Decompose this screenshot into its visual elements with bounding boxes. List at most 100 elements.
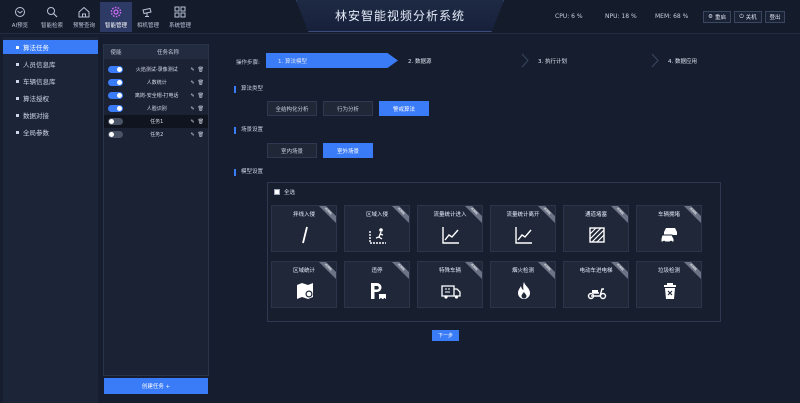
- unlicensed-ribbon: 未授权: [318, 206, 336, 224]
- algo-option-behavior[interactable]: 行为分析: [323, 101, 373, 116]
- step-schedule[interactable]: 3. 执行计划: [526, 53, 658, 68]
- sidebar-item-algo-license[interactable]: 算法授权: [3, 91, 98, 105]
- line-icon: [302, 226, 308, 244]
- col-task-name: 任务名称: [156, 50, 179, 56]
- shutdown-button[interactable]: ⏻ 关机: [734, 11, 762, 23]
- map-count-icon: [297, 283, 313, 299]
- edit-icon[interactable]: ✎: [190, 67, 194, 73]
- unlicensed-ribbon: 未授权: [683, 262, 701, 280]
- shutdown-label: 关机: [745, 15, 757, 21]
- brain-icon: [15, 6, 25, 17]
- step-data-source[interactable]: 2. 数据源: [396, 53, 528, 68]
- model-card-traffic-jam[interactable]: 车辆拥堵 未授权: [636, 205, 702, 252]
- scene-option-outdoor[interactable]: 室外场景: [323, 143, 373, 158]
- delete-icon[interactable]: 🗑: [198, 119, 204, 125]
- ribbon-label: 未授权: [464, 262, 482, 280]
- task-list-panel: 使能 任务名称 火焰测试-录像测试 ✎ 🗑 人数统计 ✎ 🗑 离岗-安全帽-打电话 …: [103, 44, 209, 376]
- logout-button[interactable]: 登出: [765, 11, 785, 23]
- ribbon-label: 未授权: [683, 206, 701, 224]
- nav-label: 智能管理: [104, 22, 127, 29]
- truck-icon: [441, 285, 461, 299]
- model-card-special-vehicle[interactable]: 特殊车辆 未授权: [417, 261, 483, 308]
- nav-smart-search[interactable]: 智能检索: [36, 2, 68, 32]
- sidebar-item-data-docking[interactable]: 数据对接: [3, 108, 98, 122]
- ribbon-label: 未授权: [610, 206, 628, 224]
- task-row[interactable]: 人数统计 ✎ 🗑: [104, 76, 208, 89]
- logout-label: 登出: [769, 15, 781, 21]
- model-card-flow-out[interactable]: 流量统计离开 未授权: [490, 205, 556, 252]
- unlicensed-ribbon: 未授权: [464, 206, 482, 224]
- unlicensed-ribbon: 未授权: [610, 206, 628, 224]
- algo-option-alert[interactable]: 警戒算法: [379, 101, 429, 116]
- ribbon-label: 未授权: [391, 206, 409, 224]
- model-card-channel-block[interactable]: 通道堵塞 未授权: [563, 205, 629, 252]
- nav-camera-manage[interactable]: 相机管理: [132, 2, 164, 32]
- grid-icon: [174, 6, 186, 17]
- edit-icon[interactable]: ✎: [190, 106, 194, 112]
- edit-icon[interactable]: ✎: [190, 119, 194, 125]
- task-row[interactable]: 离岗-安全帽-打电话 ✎ 🗑: [104, 89, 208, 102]
- delete-icon[interactable]: 🗑: [198, 132, 204, 138]
- scene-option-indoor[interactable]: 室内场景: [267, 143, 317, 158]
- hatched-block-icon: [589, 227, 605, 243]
- search-icon: [47, 6, 58, 17]
- select-all-label: 全选: [284, 190, 296, 196]
- app-title: 林安智能视频分析系统: [334, 9, 465, 23]
- camera-icon: [142, 7, 152, 17]
- model-card-area-intrusion[interactable]: 区域入侵 未授权: [344, 205, 410, 252]
- delete-icon[interactable]: 🗑: [198, 67, 204, 73]
- task-name: 人脸识别: [146, 106, 167, 112]
- delete-icon[interactable]: 🗑: [198, 106, 204, 112]
- nav-label: 预警查询: [72, 22, 95, 29]
- step-data-app[interactable]: 4. 数据应用: [656, 53, 788, 68]
- unlicensed-ribbon: 未授权: [318, 262, 336, 280]
- select-all-checkbox[interactable]: [274, 189, 280, 195]
- nav-alert-query[interactable]: 预警查询: [68, 2, 100, 32]
- task-name: 人数统计: [146, 80, 167, 86]
- enable-toggle[interactable]: [108, 66, 123, 73]
- algo-option-full-structured[interactable]: 全结构化分析: [267, 101, 317, 116]
- step-algo-model[interactable]: 1. 算法模型: [266, 53, 398, 68]
- nav-label: AI预览: [11, 22, 29, 29]
- enable-toggle[interactable]: [108, 79, 123, 86]
- sidebar-item-vehicle-db[interactable]: 车辆信息库: [3, 74, 98, 88]
- enable-toggle[interactable]: [108, 105, 123, 112]
- enable-toggle[interactable]: [108, 131, 123, 138]
- model-card-flow-in[interactable]: 流量统计进入 未授权: [417, 205, 483, 252]
- task-row[interactable]: 火焰测试-录像测试 ✎ 🗑: [104, 63, 208, 76]
- nav-system-manage[interactable]: 系统管理: [164, 2, 196, 32]
- edit-icon[interactable]: ✎: [190, 132, 194, 138]
- edit-icon[interactable]: ✎: [190, 93, 194, 99]
- algo-type-label: 算法类型: [234, 86, 263, 93]
- edit-icon[interactable]: ✎: [190, 80, 194, 86]
- task-row-selected[interactable]: 任务1 ✎ 🗑: [104, 115, 208, 128]
- model-card-illegal-parking[interactable]: 违停 未授权: [344, 261, 410, 308]
- select-all[interactable]: 全选: [274, 188, 295, 196]
- model-card-fire-smoke[interactable]: 烟火检测 未授权: [490, 261, 556, 308]
- nav-smart-manage[interactable]: 智能管理: [100, 2, 132, 32]
- task-row[interactable]: 人脸识别 ✎ 🗑: [104, 102, 208, 115]
- create-task-button[interactable]: 创建任务 +: [104, 378, 208, 394]
- next-step-button[interactable]: 下一步: [432, 330, 459, 341]
- task-name: 火焰测试-录像测试: [135, 67, 178, 73]
- mem-stat: MEM: 68 %: [655, 13, 689, 20]
- model-card-ebike-elevator[interactable]: 电动车进电梯 未授权: [563, 261, 629, 308]
- enable-toggle[interactable]: [108, 92, 123, 99]
- nav-ai-preview[interactable]: AI预览: [4, 2, 36, 32]
- unlicensed-ribbon: 未授权: [391, 262, 409, 280]
- sidebar-item-algo-tasks[interactable]: 算法任务: [3, 40, 98, 54]
- task-row[interactable]: 任务2 ✎ 🗑: [104, 128, 208, 141]
- restart-button[interactable]: ⚙ 重启: [703, 11, 731, 23]
- sidebar-item-person-db[interactable]: 人员信息库: [3, 57, 98, 71]
- model-card-tripwire[interactable]: 拌线入侵 未授权: [271, 205, 337, 252]
- sidebar-item-label: 算法任务: [23, 44, 49, 52]
- delete-icon[interactable]: 🗑: [198, 93, 204, 99]
- enable-toggle[interactable]: [108, 118, 123, 125]
- delete-icon[interactable]: 🗑: [198, 80, 204, 86]
- model-card-garbage[interactable]: 垃圾检测 未授权: [636, 261, 702, 308]
- ribbon-label: 未授权: [537, 206, 555, 224]
- sidebar-item-label: 全局参数: [23, 129, 49, 137]
- chart-line-icon: [442, 227, 459, 244]
- sidebar-item-global-params[interactable]: 全局参数: [3, 125, 98, 139]
- model-card-area-count[interactable]: 区域统计 未授权: [271, 261, 337, 308]
